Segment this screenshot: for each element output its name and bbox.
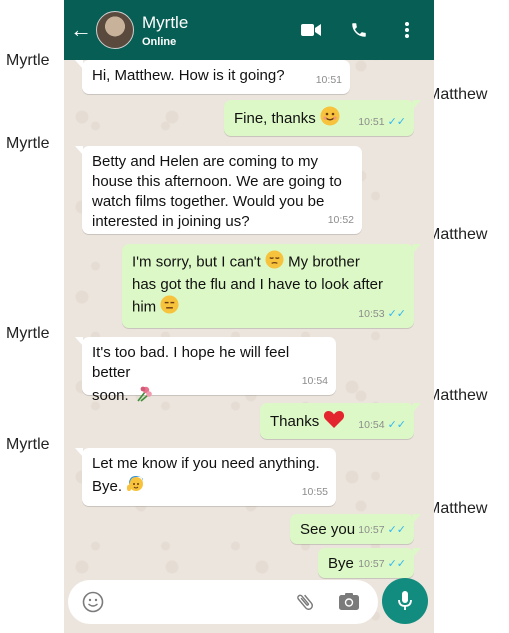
message-input-bar[interactable] bbox=[68, 580, 378, 624]
message-line: has got the flu and I have to look after bbox=[132, 276, 384, 293]
sender-label-matthew: Matthew bbox=[427, 387, 488, 404]
microphone-icon[interactable] bbox=[382, 578, 428, 624]
message-outgoing[interactable]: Thanks 10:54 ✓✓ bbox=[260, 403, 421, 439]
smiling-face-emoji-icon bbox=[320, 106, 340, 132]
more-vertical-icon[interactable] bbox=[396, 19, 418, 41]
message-outgoing[interactable]: Fine, thanks 10:51 ✓✓ bbox=[224, 100, 421, 136]
video-camera-icon[interactable] bbox=[300, 19, 322, 41]
message-outgoing[interactable]: See you 10:57 ✓✓ bbox=[290, 514, 421, 544]
camera-icon[interactable] bbox=[338, 592, 360, 612]
arrow-left-icon[interactable]: ← bbox=[70, 19, 94, 41]
message-text: soon. bbox=[92, 386, 129, 404]
paperclip-icon[interactable] bbox=[294, 591, 316, 613]
sender-label-matthew: Matthew bbox=[427, 226, 488, 243]
message-text: Thanks bbox=[270, 412, 320, 430]
message-incoming[interactable]: Hi, Matthew. How is it going? 10:51 bbox=[75, 60, 350, 94]
read-ticks-icon: ✓✓ bbox=[387, 558, 406, 570]
avatar[interactable] bbox=[96, 11, 134, 49]
message-outgoing[interactable]: Bye 10:57 ✓✓ bbox=[318, 548, 421, 578]
read-ticks-icon: ✓✓ bbox=[387, 116, 406, 128]
message-text: I'm sorry, but I can't bbox=[132, 253, 261, 271]
sender-label-myrtle: Myrtle bbox=[6, 325, 50, 342]
message-time: 10:54 bbox=[301, 375, 328, 387]
phone-icon[interactable] bbox=[348, 19, 370, 41]
red-heart-emoji-icon bbox=[323, 409, 345, 435]
message-text: My brother bbox=[288, 253, 360, 271]
expressionless-face-emoji-icon bbox=[160, 295, 179, 320]
message-text: See you bbox=[300, 521, 356, 538]
message-text: Bye. bbox=[92, 477, 123, 495]
chat-screen: ← Myrtle Online Hi, Matthew. How is it g… bbox=[64, 0, 434, 633]
sender-label-matthew: Matthew bbox=[427, 86, 488, 103]
message-incoming[interactable]: It's too bad. I hope he will feel better… bbox=[75, 337, 336, 404]
message-time: 10:53 ✓✓ bbox=[358, 308, 406, 320]
message-line: Let me know if you need anything. bbox=[92, 455, 320, 472]
message-time: 10:57 ✓✓ bbox=[358, 558, 406, 570]
contact-info[interactable]: Myrtle Online bbox=[142, 13, 188, 48]
message-text: Bye bbox=[328, 555, 354, 572]
message-line: house this afternoon. We are going to bbox=[92, 173, 342, 190]
message-line: Betty and Helen are coming to my bbox=[92, 153, 318, 170]
smiley-icon[interactable] bbox=[82, 591, 104, 613]
read-ticks-icon: ✓✓ bbox=[387, 419, 406, 431]
message-time: 10:57 ✓✓ bbox=[358, 524, 406, 536]
chat-header: ← Myrtle Online bbox=[64, 0, 434, 60]
read-ticks-icon: ✓✓ bbox=[387, 308, 406, 320]
sender-label-matthew: Matthew bbox=[427, 500, 488, 517]
message-time: 10:55 bbox=[301, 486, 328, 498]
sender-label-myrtle: Myrtle bbox=[6, 436, 50, 453]
sender-label-myrtle: Myrtle bbox=[6, 52, 50, 69]
sender-label-myrtle: Myrtle bbox=[6, 135, 50, 152]
message-line: interested in joining us? bbox=[92, 213, 250, 230]
contact-name: Myrtle bbox=[142, 12, 189, 32]
message-time: 10:51 bbox=[315, 74, 342, 86]
read-ticks-icon: ✓✓ bbox=[387, 524, 406, 536]
message-text: Fine, thanks bbox=[234, 109, 316, 127]
message-incoming[interactable]: Let me know if you need anything. Bye. 1… bbox=[75, 448, 336, 506]
flower-bouquet-emoji-icon bbox=[133, 383, 153, 409]
message-outgoing[interactable]: I'm sorry, but I can't My brother has go… bbox=[122, 244, 421, 328]
message-time: 10:54 ✓✓ bbox=[358, 419, 406, 431]
message-time: 10:52 bbox=[327, 214, 354, 226]
waving-person-emoji-icon bbox=[126, 474, 146, 500]
message-incoming[interactable]: Betty and Helen are coming to my house t… bbox=[75, 146, 362, 234]
message-line: It's too bad. I hope he will feel better bbox=[92, 344, 290, 381]
pensive-face-emoji-icon bbox=[265, 250, 284, 275]
contact-status: Online bbox=[142, 35, 177, 48]
message-line: watch films together. Would you be bbox=[92, 193, 325, 210]
message-time: 10:51 ✓✓ bbox=[358, 116, 406, 128]
message-text: him bbox=[132, 298, 157, 316]
message-text: Hi, Matthew. How is it going? bbox=[92, 67, 285, 84]
